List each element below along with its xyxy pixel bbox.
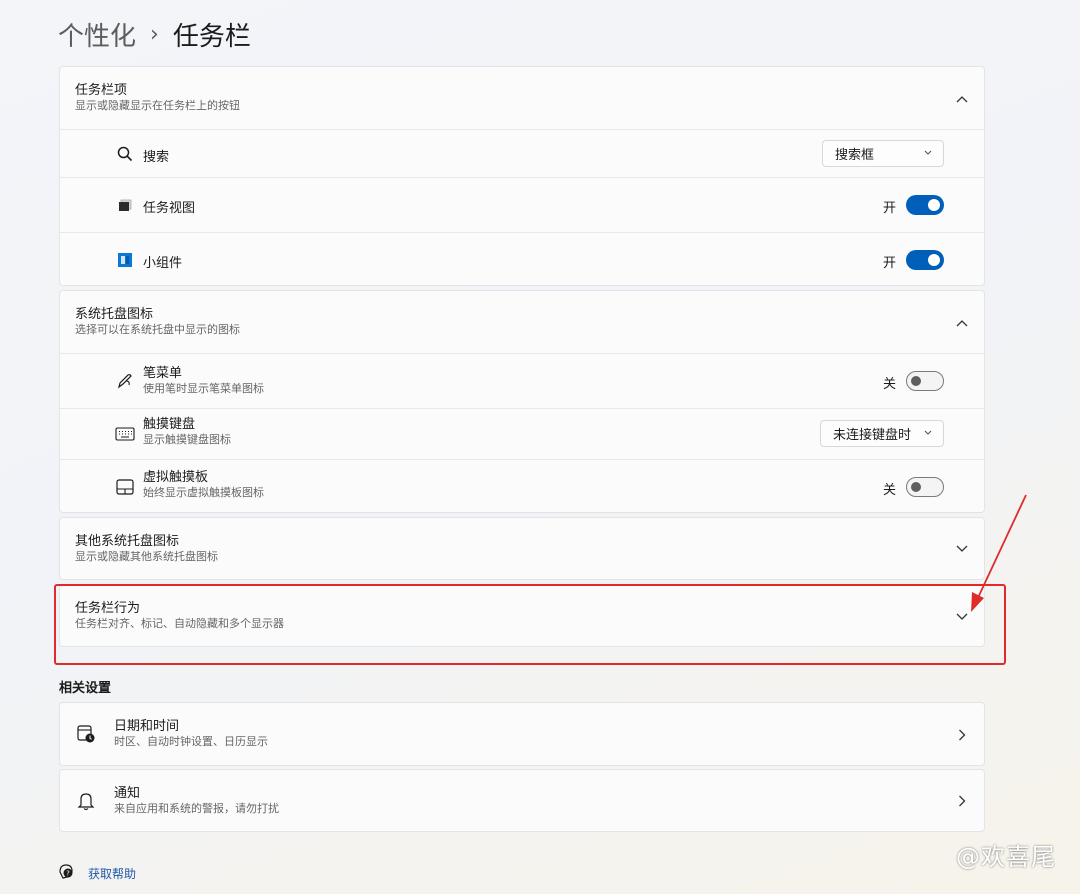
- pen-menu-state: 关: [882, 377, 896, 392]
- taskbar-item-task-view: 任务视图 开: [60, 178, 984, 232]
- system-tray-title: 系统托盘图标: [75, 307, 154, 322]
- search-mode-value: 搜索框: [835, 148, 875, 163]
- search-label: 搜索: [143, 150, 170, 165]
- notifications-text: 通知 来自应用和系统的警报，请勿打扰: [114, 786, 279, 816]
- tray-item-touch-keyboard: 触摸键盘 显示触摸键盘图标 未连接键盘时: [60, 409, 984, 459]
- touch-keyboard-label: 触摸键盘: [143, 417, 196, 432]
- highlight-box: [54, 584, 1006, 665]
- breadcrumb-parent[interactable]: 个性化: [58, 16, 136, 53]
- page-title: 任务栏: [172, 21, 251, 52]
- get-help-link[interactable]: 获取帮助: [88, 865, 136, 882]
- svg-text:?: ?: [66, 870, 70, 878]
- touch-keyboard-text: 触摸键盘 显示触摸键盘图标: [143, 417, 231, 447]
- keyboard-icon: [115, 424, 135, 444]
- task-view-state: 开: [882, 201, 896, 216]
- related-settings-heading: 相关设置: [59, 681, 112, 696]
- task-view-label: 任务视图: [143, 201, 196, 216]
- widgets-toggle[interactable]: [906, 250, 944, 270]
- chevron-down-icon: [924, 150, 932, 155]
- date-time-card[interactable]: 日期和时间 时区、自动时钟设置、日历显示: [59, 702, 985, 766]
- chevron-right-icon: [956, 729, 968, 741]
- taskbar-items-subtitle: 显示或隐藏显示在任务栏上的按钮: [75, 99, 240, 112]
- chevron-up-icon[interactable]: [956, 317, 968, 329]
- search-mode-dropdown[interactable]: 搜索框: [822, 140, 944, 167]
- touch-keyboard-value: 未连接键盘时: [833, 428, 912, 443]
- virtual-touchpad-toggle[interactable]: [906, 477, 944, 497]
- taskbar-item-search: 搜索 搜索框: [60, 130, 984, 177]
- other-tray-title: 其他系统托盘图标: [75, 534, 180, 549]
- taskbar-items-title: 任务栏项: [75, 83, 128, 98]
- widgets-state: 开: [882, 256, 896, 271]
- taskbar-items-card: 任务栏项 显示或隐藏显示在任务栏上的按钮 搜索 搜索框 任务视图 开 小组件 开: [59, 66, 985, 286]
- other-tray-icons-card[interactable]: 其他系统托盘图标 显示或隐藏其他系统托盘图标: [59, 517, 985, 580]
- date-time-text: 日期和时间 时区、自动时钟设置、日历显示: [114, 719, 268, 749]
- bell-icon: [76, 791, 96, 811]
- touch-keyboard-sub: 显示触摸键盘图标: [143, 433, 231, 446]
- notifications-card[interactable]: 通知 来自应用和系统的警报，请勿打扰: [59, 769, 985, 832]
- virtual-touchpad-sub: 始终显示虚拟触摸板图标: [143, 486, 264, 499]
- breadcrumb-separator: ›: [150, 21, 159, 47]
- pen-menu-sub: 使用笔时显示笔菜单图标: [143, 382, 264, 395]
- breadcrumb: 个性化 › 任务栏: [58, 14, 251, 54]
- chevron-up-icon[interactable]: [956, 93, 968, 105]
- date-time-subtitle: 时区、自动时钟设置、日历显示: [114, 735, 268, 748]
- touch-keyboard-dropdown[interactable]: 未连接键盘时: [820, 420, 944, 447]
- chevron-right-icon: [956, 795, 968, 807]
- watermark: @欢喜尾: [956, 843, 1056, 871]
- annotation-arrow: [971, 494, 1027, 612]
- widgets-icon: [115, 250, 135, 270]
- pen-menu-text: 笔菜单 使用笔时显示笔菜单图标: [143, 366, 264, 396]
- virtual-touchpad-state: 关: [882, 483, 896, 498]
- task-view-toggle[interactable]: [906, 195, 944, 215]
- pen-icon: [115, 371, 135, 391]
- pen-menu-label: 笔菜单: [143, 366, 183, 381]
- widgets-label: 小组件: [143, 256, 183, 271]
- touchpad-icon: [115, 477, 135, 497]
- tray-item-pen-menu: 笔菜单 使用笔时显示笔菜单图标 关: [60, 354, 984, 408]
- chevron-down-icon: [924, 430, 932, 435]
- pen-menu-toggle[interactable]: [906, 371, 944, 391]
- help-icon: ?: [58, 863, 74, 883]
- task-view-icon: [115, 195, 135, 215]
- system-tray-subtitle: 选择可以在系统托盘中显示的图标: [75, 323, 240, 336]
- system-tray-header[interactable]: 系统托盘图标 选择可以在系统托盘中显示的图标: [75, 307, 240, 337]
- taskbar-items-header[interactable]: 任务栏项 显示或隐藏显示在任务栏上的按钮: [75, 83, 240, 113]
- other-tray-subtitle: 显示或隐藏其他系统托盘图标: [75, 550, 218, 563]
- date-time-title: 日期和时间: [114, 719, 180, 734]
- calendar-clock-icon: [76, 724, 96, 744]
- notifications-subtitle: 来自应用和系统的警报，请勿打扰: [114, 802, 279, 815]
- other-tray-header: 其他系统托盘图标 显示或隐藏其他系统托盘图标: [75, 534, 218, 564]
- system-tray-card: 系统托盘图标 选择可以在系统托盘中显示的图标 笔菜单 使用笔时显示笔菜单图标 关…: [59, 290, 985, 513]
- tray-item-virtual-touchpad: 虚拟触摸板 始终显示虚拟触摸板图标 关: [60, 460, 984, 514]
- virtual-touchpad-label: 虚拟触摸板: [143, 470, 209, 485]
- virtual-touchpad-text: 虚拟触摸板 始终显示虚拟触摸板图标: [143, 470, 264, 500]
- get-help[interactable]: ? 获取帮助: [58, 863, 136, 883]
- search-icon: [115, 144, 135, 164]
- notifications-title: 通知: [114, 786, 141, 801]
- taskbar-item-widgets: 小组件 开: [60, 233, 984, 287]
